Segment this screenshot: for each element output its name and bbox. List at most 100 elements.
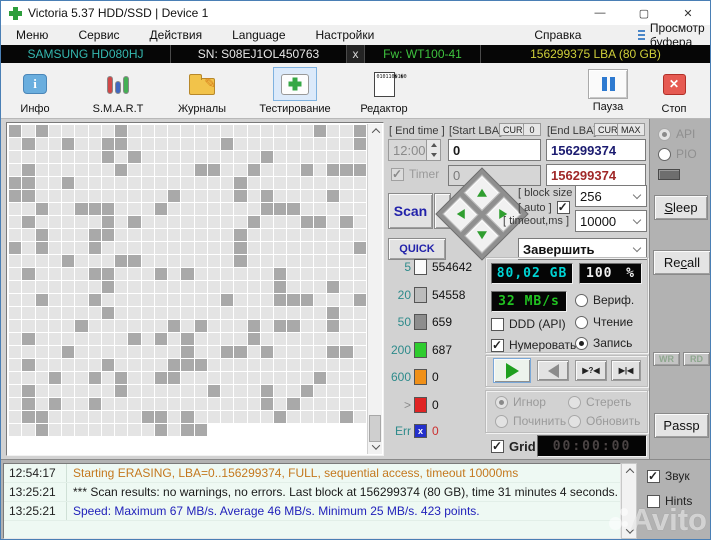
block-cell <box>287 138 299 150</box>
block-cell <box>248 255 260 267</box>
recall-button[interactable]: Recall <box>653 250 711 275</box>
block-cell <box>261 307 273 319</box>
block-cell <box>89 268 101 280</box>
block-cell <box>301 125 313 137</box>
seek-question-button[interactable]: ▶?◀ <box>575 360 607 381</box>
verify-radio[interactable]: Вериф. <box>575 293 634 307</box>
start-lba-input[interactable]: 0 <box>448 139 541 161</box>
block-cell <box>340 203 352 215</box>
block-cell <box>155 125 167 137</box>
block-cell <box>354 372 366 384</box>
menu-item-actions[interactable]: Действия <box>135 28 218 42</box>
smart-label: S.M.A.R.T <box>93 103 144 115</box>
play-icon <box>506 363 519 379</box>
scrollbar-thumb[interactable] <box>369 415 381 442</box>
scroll-up-icon[interactable] <box>368 124 383 138</box>
journals-button[interactable]: Журналы <box>169 63 235 115</box>
block-cell <box>128 294 140 306</box>
menu-item-help[interactable]: Справка <box>519 28 596 42</box>
menu-item-language[interactable]: Language <box>217 28 300 42</box>
progress-percent-display: 100% <box>579 263 642 284</box>
block-cell <box>274 242 286 254</box>
scroll-down-icon[interactable] <box>368 440 383 454</box>
block-cell <box>195 333 207 345</box>
start-zero-button[interactable]: 0 <box>523 123 541 136</box>
block-size-select[interactable]: 256 <box>575 185 647 207</box>
read-radio[interactable]: Чтение <box>575 315 633 329</box>
block-cell <box>221 216 233 228</box>
seek-end-button[interactable]: ▶|◀ <box>611 360 641 381</box>
radio-icon <box>575 294 588 307</box>
scroll-up-icon[interactable] <box>622 464 637 478</box>
block-cell <box>287 125 299 137</box>
info-button[interactable]: Инфо <box>9 63 61 115</box>
block-cell <box>261 229 273 241</box>
auto-checkbox[interactable]: [ auto ] <box>518 201 570 214</box>
block-cell <box>49 242 61 254</box>
block-cell <box>340 138 352 150</box>
block-cell <box>181 177 193 189</box>
block-cell <box>128 268 140 280</box>
block-cell <box>340 151 352 163</box>
block-cell <box>221 203 233 215</box>
block-cell <box>181 372 193 384</box>
block-cell <box>155 398 167 410</box>
block-cell <box>301 385 313 397</box>
block-cell <box>9 203 21 215</box>
block-cell <box>142 125 154 137</box>
block-cell <box>354 151 366 163</box>
end-max-button[interactable]: MAX <box>617 123 645 136</box>
block-cell <box>142 216 154 228</box>
block-cell <box>354 164 366 176</box>
block-cell <box>287 411 299 423</box>
block-cell <box>221 359 233 371</box>
numerate-checkbox[interactable]: Нумеровать <box>491 338 576 352</box>
block-cell <box>314 151 326 163</box>
write-radio[interactable]: Запись <box>575 336 632 350</box>
stop-button[interactable]: Стоп <box>648 63 700 115</box>
spinner-up-icon <box>427 140 440 150</box>
block-cell <box>314 125 326 137</box>
block-cell <box>155 177 167 189</box>
block-cell <box>287 294 299 306</box>
window-title: Victoria 5.37 HDD/SSD | Device 1 <box>28 6 208 20</box>
sound-checkbox[interactable]: Звук <box>647 469 690 483</box>
block-cell <box>155 346 167 358</box>
sleep-button[interactable]: Sleep <box>654 195 708 220</box>
progress-size-display: 80,02 GB <box>491 263 573 284</box>
end-time-spinner[interactable]: 12:00 <box>388 139 441 161</box>
block-cell <box>208 203 220 215</box>
grid-checkbox[interactable]: Grid <box>491 439 536 454</box>
block-cell <box>261 177 273 189</box>
smart-button[interactable]: S.M.A.R.T <box>85 63 151 115</box>
refresh-radio: Обновить <box>568 414 640 428</box>
block-cell <box>208 411 220 423</box>
testing-button[interactable]: Тестирование <box>249 63 341 115</box>
menu-item-menu[interactable]: Меню <box>1 28 63 42</box>
quick-button[interactable]: QUICK <box>388 238 446 260</box>
scan-button[interactable]: Scan <box>388 193 433 229</box>
timeout-select[interactable]: 10000 <box>575 210 647 232</box>
block-cell <box>36 138 48 150</box>
block-cell <box>49 216 61 228</box>
menu-item-settings[interactable]: Настройки <box>301 28 390 42</box>
editor-button[interactable]: Редактор <box>351 63 417 115</box>
passp-button[interactable]: Passp <box>654 413 709 438</box>
legend-item: 50659 <box>385 314 452 330</box>
ddd-checkbox[interactable]: DDD (API) <box>491 317 566 331</box>
play-button[interactable] <box>493 358 531 383</box>
block-map-scrollbar[interactable] <box>367 124 382 454</box>
block-cell <box>195 424 207 436</box>
menu-item-service[interactable]: Сервис <box>63 28 134 42</box>
block-cell <box>248 229 260 241</box>
block-cell <box>314 177 326 189</box>
end-lba-input[interactable]: 156299374 <box>546 139 646 161</box>
block-cell <box>234 268 246 280</box>
block-cell <box>274 281 286 293</box>
pause-button[interactable]: Пауза <box>582 63 634 113</box>
minimize-button[interactable]: — <box>578 1 622 25</box>
block-cell <box>142 294 154 306</box>
block-cell <box>301 268 313 280</box>
step-back-button[interactable] <box>537 360 569 381</box>
block-cell <box>49 333 61 345</box>
